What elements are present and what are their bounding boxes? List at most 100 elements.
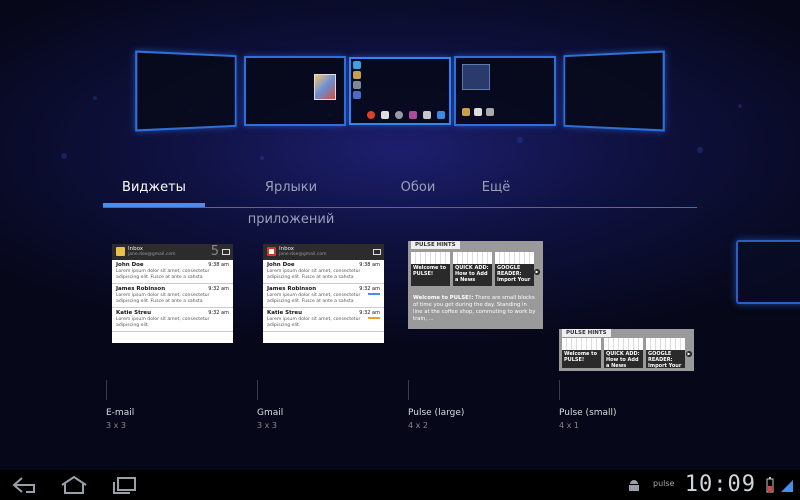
time: 9:32 am bbox=[359, 286, 380, 292]
app-icon bbox=[353, 91, 361, 99]
snippet: Lorem ipsum dolor sit amet, consectetur … bbox=[116, 293, 210, 304]
list-item: Katie Streu 9:32 am Lorem ipsum dolor si… bbox=[263, 308, 384, 332]
label-tag bbox=[368, 293, 380, 295]
app-icon bbox=[353, 71, 361, 79]
tile-caption: Welcome to PULSE! bbox=[562, 350, 601, 368]
tile-caption: Welcome to PULSE! bbox=[411, 264, 450, 286]
pulse-tile: Welcome to PULSE! bbox=[411, 252, 450, 286]
app-icon bbox=[462, 108, 470, 116]
pulse-notification-icon[interactable]: pulse bbox=[653, 479, 674, 488]
tab-wallpapers[interactable]: Обои bbox=[389, 172, 447, 207]
list-item: Katie Streu 9:32 am Lorem ipsum dolor si… bbox=[112, 308, 233, 332]
battery-charging-icon bbox=[766, 477, 774, 493]
next-widget-preview[interactable] bbox=[736, 240, 800, 304]
android-icon bbox=[629, 480, 639, 491]
list-item: James Robinson 9:32 am Lorem ipsum dolor… bbox=[263, 284, 384, 308]
home-screen-1[interactable] bbox=[135, 50, 237, 132]
photo-widget-thumbnail bbox=[314, 74, 336, 100]
tile-caption: GOOGLE READER: Import Your bbox=[495, 264, 534, 286]
home-button[interactable] bbox=[60, 475, 88, 498]
home-screen-previews bbox=[135, 50, 665, 134]
android-debug-icon[interactable] bbox=[627, 478, 641, 497]
tab-more[interactable]: Ещё bbox=[469, 172, 523, 207]
compose-icon bbox=[222, 249, 230, 255]
chevron-right-icon: ▶ bbox=[534, 269, 540, 275]
back-button[interactable] bbox=[12, 476, 38, 498]
account-address: jane.doe@gmail.com bbox=[279, 252, 327, 257]
widget-size: 3 x 3 bbox=[106, 421, 126, 430]
app-icon bbox=[437, 111, 445, 119]
divider bbox=[257, 380, 258, 400]
pulse-description: Welcome to PULSE!: There are small block… bbox=[413, 295, 538, 323]
home-screen-2[interactable] bbox=[244, 56, 346, 126]
email-widget-preview[interactable]: Inbox jane.doe@gmail.com 5 John Doe 9:38… bbox=[112, 244, 233, 343]
unread-count: 5 bbox=[210, 244, 219, 259]
snippet: Lorem ipsum dolor sit amet, consectetur … bbox=[116, 317, 210, 328]
email-app-icon bbox=[116, 247, 125, 256]
pulse-tile: QUICK ADD: How to Add a News bbox=[453, 252, 492, 286]
pulse-small-widget-preview[interactable]: PULSE HINTS Welcome to PULSE! QUICK ADD:… bbox=[559, 329, 694, 371]
widget-size: 4 x 1 bbox=[559, 421, 579, 430]
pulse-tile: GOOGLE READER: Import Your bbox=[495, 252, 534, 286]
app-icon bbox=[381, 111, 389, 119]
gmail-widget-preview[interactable]: Inbox jane.doe@gmail.com John Doe 9:38 a… bbox=[263, 244, 384, 343]
tile-caption: QUICK ADD: How to Add a News bbox=[453, 264, 492, 286]
label-tag bbox=[368, 317, 380, 319]
back-icon bbox=[12, 477, 35, 493]
widget-name: Gmail bbox=[257, 408, 284, 418]
pulse-tile: GOOGLE READER: Import Your bbox=[646, 338, 685, 368]
desc-title: Welcome to PULSE!: bbox=[413, 295, 474, 301]
home-icon bbox=[61, 475, 87, 494]
widget-name: E-mail bbox=[106, 408, 135, 418]
app-icon bbox=[423, 111, 431, 119]
tab-app-shortcuts[interactable]: Ярлыки приложений bbox=[221, 172, 361, 227]
snippet: Lorem ipsum dolor sit amet, consectetur … bbox=[267, 317, 361, 328]
app-icon bbox=[409, 111, 417, 119]
time: 9:32 am bbox=[208, 310, 229, 316]
recent-apps-button[interactable] bbox=[111, 476, 137, 498]
divider bbox=[559, 380, 560, 400]
pulse-tiles: Welcome to PULSE! QUICK ADD: How to Add … bbox=[562, 338, 685, 368]
pulse-tile: QUICK ADD: How to Add a News bbox=[604, 338, 643, 368]
pulse-tile: Welcome to PULSE! bbox=[562, 338, 601, 368]
app-icon bbox=[395, 111, 403, 119]
app-icon bbox=[353, 81, 361, 89]
time: 9:38 am bbox=[359, 262, 380, 268]
pulse-large-widget-preview[interactable]: PULSE HINTS Welcome to PULSE! QUICK ADD:… bbox=[408, 241, 543, 329]
app-icon bbox=[486, 108, 494, 116]
pulse-hints-header: PULSE HINTS bbox=[411, 241, 460, 249]
divider bbox=[408, 380, 409, 400]
folder-grid-icon bbox=[462, 64, 490, 90]
compose-icon bbox=[373, 249, 381, 255]
list-item: James Robinson 9:32 am Lorem ipsum dolor… bbox=[112, 284, 233, 308]
signal-icon bbox=[781, 480, 793, 492]
recent-apps-icon bbox=[113, 477, 136, 494]
home-screen-5[interactable] bbox=[563, 50, 665, 132]
snippet: Lorem ipsum dolor sit amet, consectetur … bbox=[267, 293, 361, 304]
email-widget-header: Inbox jane.doe@gmail.com 5 bbox=[112, 244, 233, 260]
widget-size: 4 x 2 bbox=[408, 421, 428, 430]
snippet: Lorem ipsum dolor sit amet, consectetur … bbox=[116, 269, 210, 280]
widget-size: 3 x 3 bbox=[257, 421, 277, 430]
clock[interactable]: 10:09 bbox=[685, 472, 756, 497]
chevron-right-icon: ▶ bbox=[686, 351, 692, 357]
pulse-tiles: Welcome to PULSE! QUICK ADD: How to Add … bbox=[411, 252, 534, 286]
list-item: John Doe 9:38 am Lorem ipsum dolor sit a… bbox=[112, 260, 233, 284]
time: 9:32 am bbox=[208, 286, 229, 292]
pulse-hints-header: PULSE HINTS bbox=[562, 329, 611, 337]
app-icon bbox=[474, 108, 482, 116]
app-icon bbox=[367, 111, 375, 119]
divider bbox=[106, 380, 107, 400]
home-screen-4[interactable] bbox=[454, 56, 556, 126]
customize-tabs: Виджеты Ярлыки приложений Обои Ещё bbox=[103, 172, 697, 227]
tab-widgets[interactable]: Виджеты bbox=[103, 172, 205, 207]
twitter-icon bbox=[353, 61, 361, 69]
gmail-widget-header: Inbox jane.doe@gmail.com bbox=[263, 244, 384, 260]
wifi-signal-icon bbox=[780, 478, 794, 497]
list-item: John Doe 9:38 am Lorem ipsum dolor sit a… bbox=[263, 260, 384, 284]
snippet: Lorem ipsum dolor sit amet, consectetur … bbox=[267, 269, 361, 280]
time: 9:38 am bbox=[208, 262, 229, 268]
home-screen-3[interactable] bbox=[349, 57, 451, 125]
account-address: jane.doe@gmail.com bbox=[128, 252, 176, 257]
battery-icon bbox=[766, 477, 774, 497]
